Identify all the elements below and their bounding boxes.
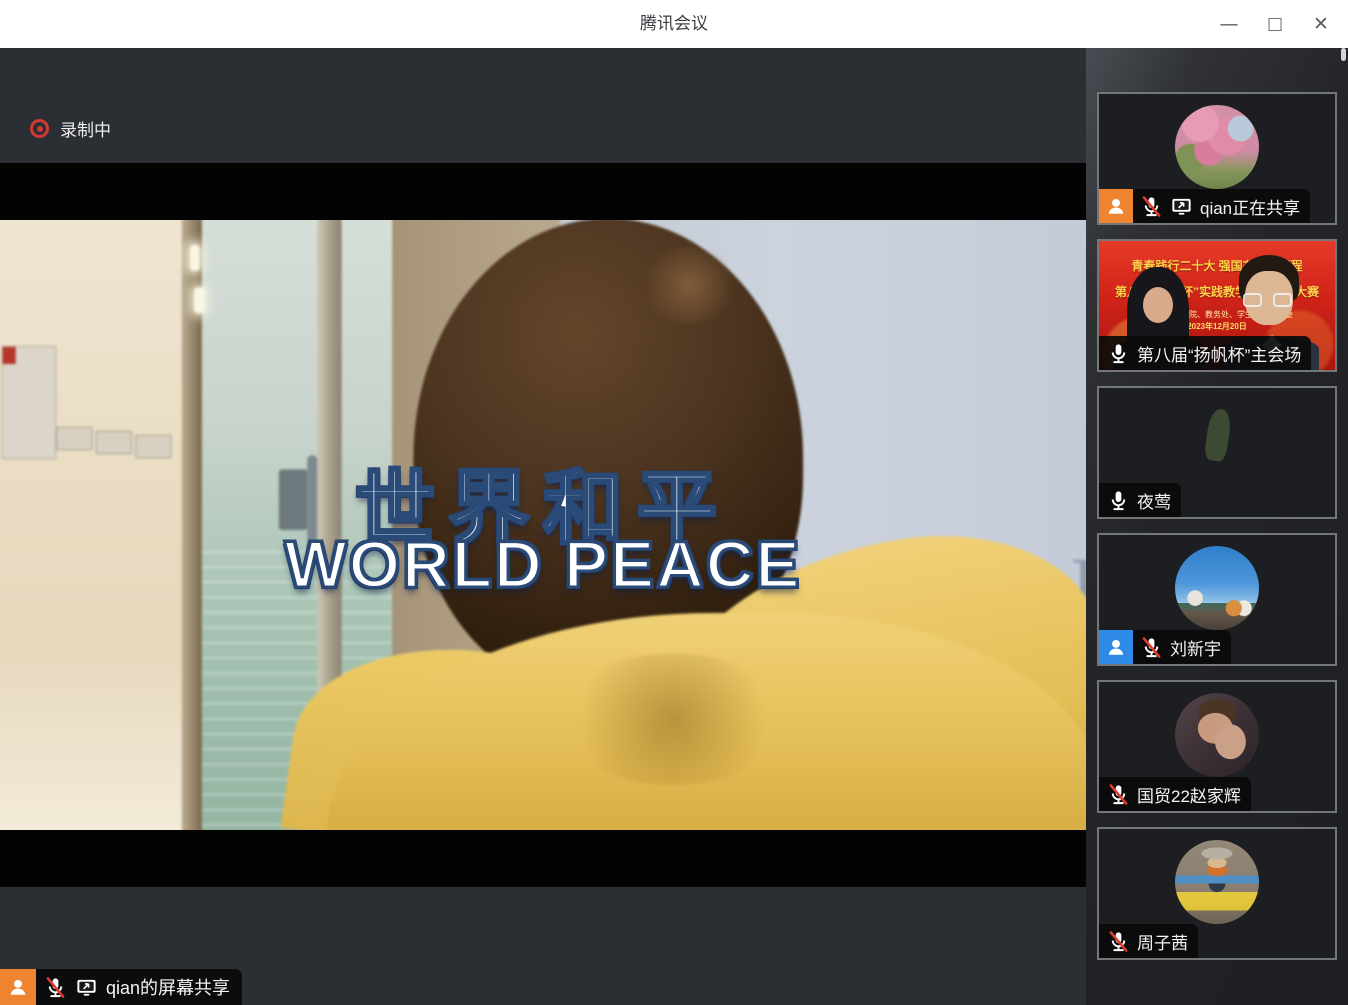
maximize-button[interactable]: □: [1252, 0, 1298, 48]
participant-tile[interactable]: qian正在共享: [1097, 92, 1337, 225]
avatar: [1175, 840, 1259, 924]
avatar: [1175, 693, 1259, 777]
avatar: [1175, 399, 1259, 483]
minimize-button[interactable]: —: [1206, 0, 1252, 48]
shared-video-content: ECH 世界和平 WORLD PEACE: [0, 220, 1086, 830]
window-title: 腾讯会议: [0, 0, 1348, 48]
participant-tile[interactable]: 刘新宇: [1097, 533, 1337, 666]
microphone-icon: [1107, 783, 1130, 806]
participant-label: 刘新宇: [1099, 630, 1231, 664]
screen-share-stage: 录制中: [0, 48, 1086, 1005]
participant-label: 国贸22赵家辉: [1099, 777, 1251, 811]
participant-label: qian正在共享: [1099, 189, 1310, 223]
stage-share-name: qian的屏幕共享: [106, 974, 230, 1000]
participant-label: 第八届“扬帆杯”主会场: [1099, 336, 1311, 370]
shared-video-frame: ECH 世界和平 WORLD PEACE: [0, 163, 1086, 887]
microphone-icon: [1107, 342, 1130, 365]
participant-tile[interactable]: 青春践行二十大 强国有我新征程 第八届“扬帆杯”实践教学优秀成果大赛 马克思主义…: [1097, 239, 1337, 372]
avatar: [1175, 105, 1259, 189]
participant-name: 国贸22赵家辉: [1137, 782, 1241, 807]
microphone-icon: [1140, 636, 1163, 659]
tencent-meeting-window: 腾讯会议 — □ ✕ 录制中: [0, 0, 1348, 1005]
screen-share-icon: [1170, 195, 1193, 218]
recording-label: 录制中: [60, 116, 111, 141]
title-bar: 腾讯会议 — □ ✕: [0, 0, 1348, 48]
avatar: [1175, 546, 1259, 630]
role-badge-person-icon: [1099, 630, 1133, 664]
participant-name: 刘新宇: [1170, 635, 1221, 660]
participant-tile[interactable]: 国贸22赵家辉: [1097, 680, 1337, 813]
participant-label: 周子茜: [1099, 924, 1198, 958]
participant-label: 夜莺: [1099, 483, 1181, 517]
window-controls: — □ ✕: [1206, 0, 1344, 48]
participant-tile[interactable]: 夜莺: [1097, 386, 1337, 519]
participant-name: 夜莺: [1137, 488, 1171, 513]
recording-indicator: 录制中: [30, 116, 111, 141]
microphone-icon: [1140, 195, 1163, 218]
role-badge-person-icon: [0, 969, 36, 1005]
caption-english: WORLD PEACE: [0, 526, 1086, 602]
recording-dot-icon: [30, 119, 49, 138]
participant-name: qian正在共享: [1200, 194, 1300, 219]
microphone-icon: [1107, 930, 1130, 953]
participant-sidebar: qian正在共享 青春践行二十大 强国有我新征程 第八届“扬帆杯”实践教学优秀成…: [1086, 48, 1348, 1005]
scrollbar-thumb[interactable]: [1341, 48, 1346, 61]
microphone-icon: [44, 976, 67, 999]
stage-share-label: qian的屏幕共享: [0, 969, 242, 1005]
close-button[interactable]: ✕: [1298, 0, 1344, 48]
participant-name: 周子茜: [1137, 929, 1188, 954]
participant-list: qian正在共享 青春践行二十大 强国有我新征程 第八届“扬帆杯”实践教学优秀成…: [1097, 92, 1337, 960]
participant-tile[interactable]: 周子茜: [1097, 827, 1337, 960]
role-badge-person-icon: [1099, 189, 1133, 223]
video-caption-overlay: 世界和平 WORLD PEACE: [0, 220, 1086, 830]
microphone-icon: [1107, 489, 1130, 512]
participant-name: 第八届“扬帆杯”主会场: [1137, 341, 1301, 366]
screen-share-icon: [75, 976, 98, 999]
